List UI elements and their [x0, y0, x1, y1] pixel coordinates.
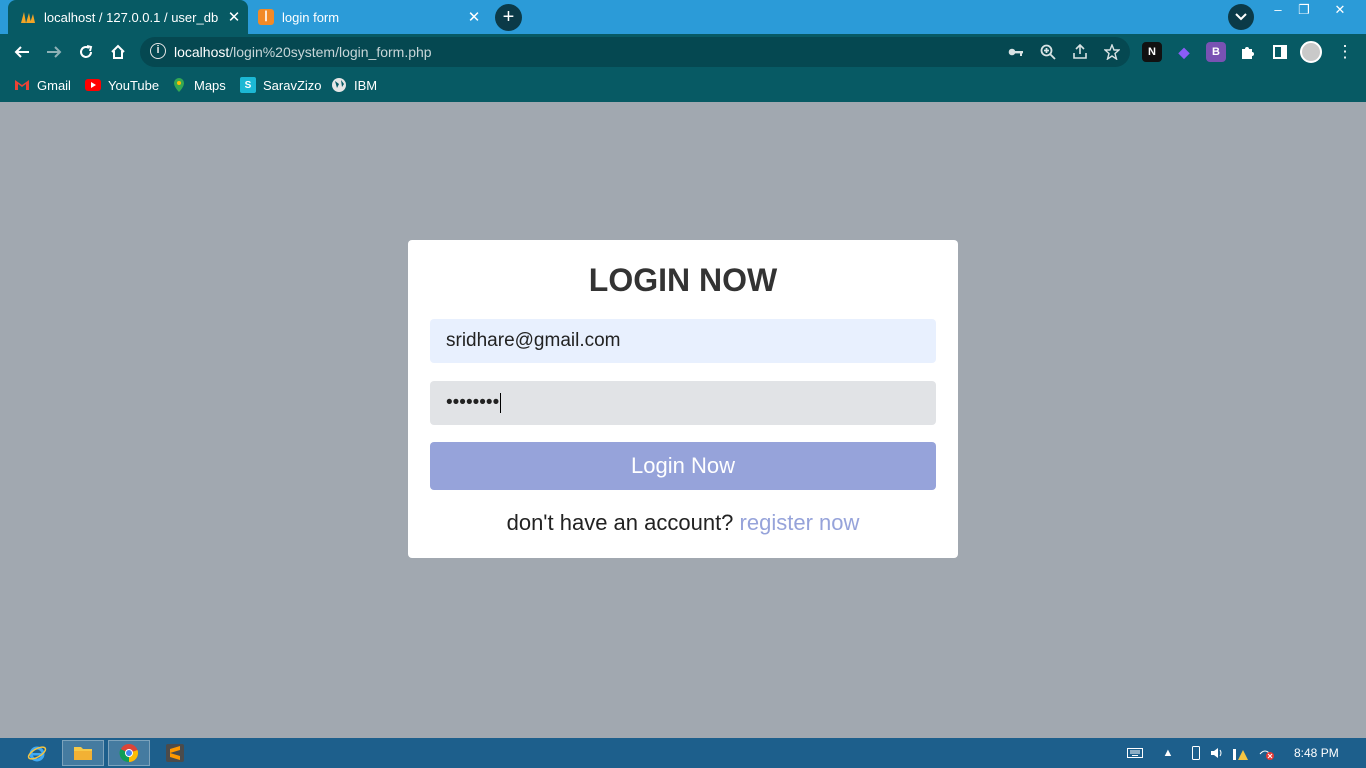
new-tab-button[interactable]: +	[495, 4, 522, 31]
forward-button[interactable]	[42, 40, 66, 64]
side-panel-icon[interactable]	[1268, 40, 1292, 64]
login-button[interactable]: Login Now	[430, 442, 936, 490]
tab-title: login form	[282, 9, 340, 25]
key-icon[interactable]	[1006, 42, 1026, 62]
address-bar[interactable]: i localhost/login%20system/login_form.ph…	[140, 37, 1130, 67]
chevron-down-icon	[1235, 13, 1247, 21]
email-field[interactable]: sridhare@gmail.com	[430, 319, 936, 363]
email-value: sridhare@gmail.com	[446, 330, 621, 351]
phpmyadmin-icon	[20, 9, 36, 25]
close-tab-icon[interactable]: ✕	[220, 8, 248, 26]
sublime-text-icon[interactable]	[154, 740, 196, 766]
extensions-puzzle-icon[interactable]	[1236, 40, 1260, 64]
text-caret	[500, 392, 502, 413]
bookmark-maps[interactable]: Maps	[171, 77, 226, 93]
saravzizo-icon: S	[240, 77, 256, 93]
tab-phpmyadmin[interactable]: localhost / 127.0.0.1 / user_db / u ✕	[8, 0, 248, 34]
home-icon	[111, 44, 125, 59]
register-link[interactable]: register now	[740, 510, 860, 535]
register-prompt: don't have an account? register now	[408, 510, 958, 536]
back-arrow-icon	[14, 46, 29, 58]
bookmark-label: Maps	[194, 77, 226, 93]
tab-search-button[interactable]	[1228, 4, 1254, 30]
windows-taskbar: ▲ 8:48 PM	[0, 738, 1366, 768]
bookmark-label: IBM	[354, 77, 378, 93]
home-button[interactable]	[106, 40, 130, 64]
bookmark-youtube[interactable]: YouTube	[85, 77, 159, 93]
volume-icon[interactable]	[1209, 746, 1225, 760]
bookmark-star-icon[interactable]	[1102, 42, 1122, 62]
register-prompt-text: don't have an account?	[506, 510, 734, 535]
show-hidden-icons-icon[interactable]: ▲	[1160, 746, 1176, 760]
login-form: LOGIN NOW sridhare@gmail.com •••••••• Lo…	[408, 240, 958, 558]
page-title: LOGIN NOW	[588, 262, 778, 298]
gmail-icon	[14, 77, 30, 93]
globe-icon	[331, 77, 347, 93]
menu-kebab-icon[interactable]: ⋮	[1333, 40, 1357, 64]
chrome-icon[interactable]	[108, 740, 150, 766]
phone-icon[interactable]	[1188, 746, 1204, 760]
close-tab-icon[interactable]: ✕	[460, 8, 488, 26]
reload-button[interactable]	[74, 40, 98, 64]
password-field[interactable]: ••••••••	[430, 381, 936, 425]
bookmark-label: YouTube	[108, 77, 160, 93]
info-icon[interactable]: i	[150, 43, 166, 59]
restore-button[interactable]: ❐	[1286, 0, 1322, 20]
taskbar-clock[interactable]: 8:48 PM	[1294, 746, 1339, 760]
close-window-button[interactable]: ✕	[1322, 0, 1358, 20]
youtube-icon	[85, 77, 101, 93]
bookmark-saravzizo[interactable]: S SaravZizo	[240, 77, 322, 93]
password-value: ••••••••	[446, 392, 500, 413]
profile-avatar[interactable]	[1300, 41, 1322, 63]
tab-title: localhost / 127.0.0.1 / user_db / u	[44, 9, 220, 25]
network-warning-icon[interactable]	[1233, 746, 1249, 760]
back-button[interactable]	[10, 40, 34, 64]
xampp-icon: ꟾ	[258, 9, 274, 25]
url-path: /login%20system/login_form.php	[229, 44, 432, 60]
url-host: localhost	[174, 44, 230, 60]
share-icon[interactable]	[1070, 42, 1090, 62]
tab-strip: localhost / 127.0.0.1 / user_db / u ✕ ꟾ …	[0, 0, 1366, 34]
bookmark-ibm[interactable]: IBM	[331, 77, 377, 93]
forward-arrow-icon	[47, 46, 62, 58]
zoom-icon[interactable]	[1038, 42, 1058, 62]
bookmark-label: SaravZizo	[263, 77, 322, 93]
internet-explorer-icon[interactable]	[16, 740, 58, 766]
url-text[interactable]: localhost/login%20system/login_form.php	[174, 44, 432, 60]
bootstrap-icon[interactable]: B	[1206, 42, 1226, 62]
keyboard-icon[interactable]	[1127, 746, 1143, 760]
bookmark-label: Gmail	[37, 77, 71, 93]
maps-icon	[171, 77, 187, 93]
bookmark-gmail[interactable]: Gmail	[14, 77, 71, 93]
reload-icon	[80, 45, 93, 58]
file-explorer-icon[interactable]	[62, 740, 104, 766]
tab-login-form[interactable]: ꟾ login form ✕	[248, 0, 488, 34]
browser-toolbar: i localhost/login%20system/login_form.ph…	[0, 34, 1366, 70]
network-disconnected-icon[interactable]	[1258, 746, 1274, 760]
extension-purple-icon[interactable]: ◆	[1174, 42, 1194, 62]
bookmarks-bar: Gmail YouTube Maps S SaravZizo IBM	[0, 70, 1366, 102]
extension-n-icon[interactable]: N	[1142, 42, 1162, 62]
